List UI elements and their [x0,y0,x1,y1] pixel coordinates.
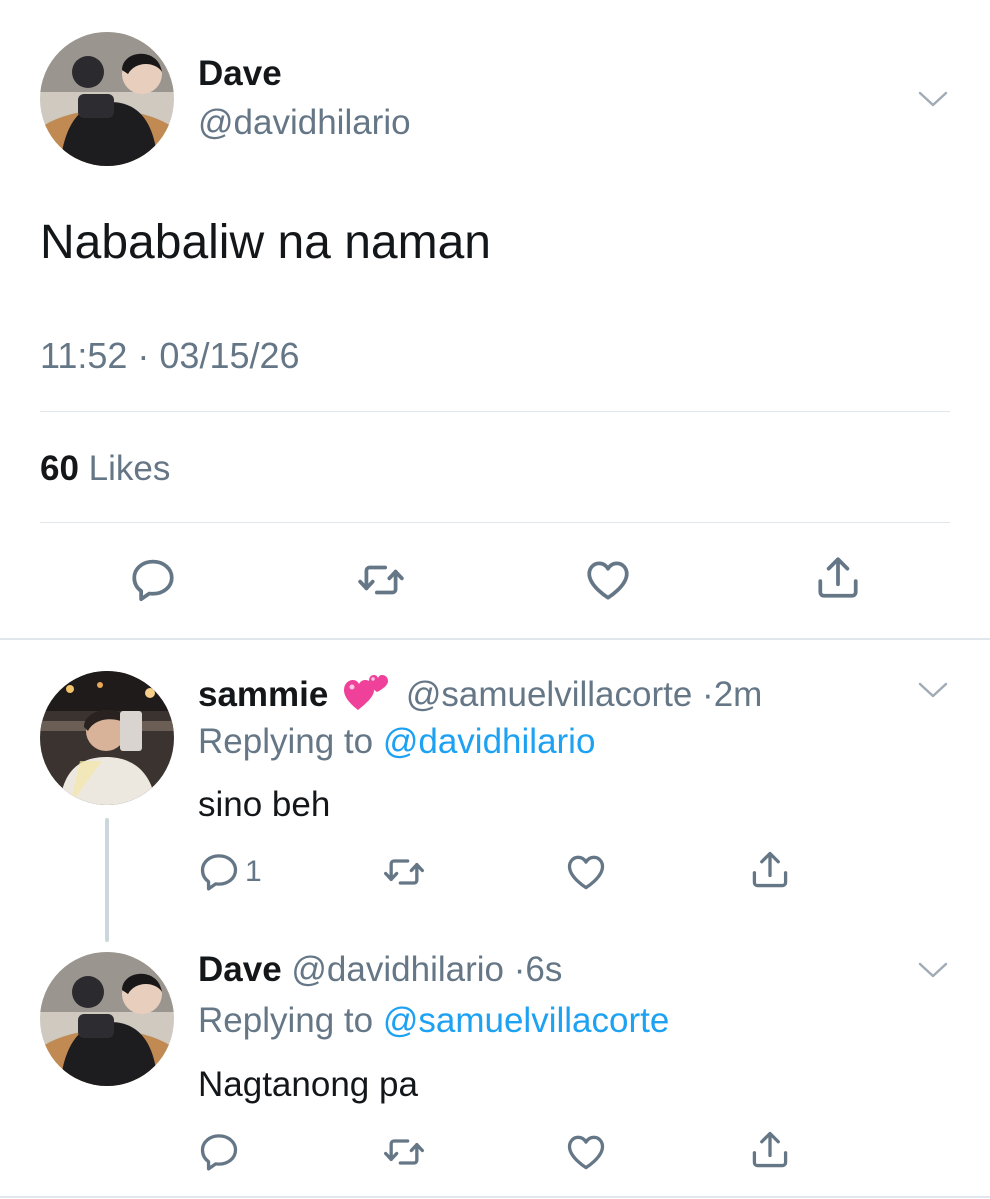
share-icon [813,553,863,603]
like-icon [564,850,608,894]
retweet-icon [380,850,428,894]
reply-header: Dave @davidhilario ·6s [198,950,562,990]
reply-button[interactable]: 1 [197,850,262,894]
likes-count: 60 [40,449,79,488]
avatar[interactable] [40,671,174,805]
reply-icon [128,555,178,605]
reply-button[interactable] [197,1130,241,1174]
share-button[interactable] [748,848,792,892]
avatar[interactable] [40,952,174,1086]
author-name[interactable]: sammie [198,675,328,714]
reply-button[interactable] [128,555,178,605]
like-button[interactable] [564,850,608,894]
reply-icon [197,850,241,894]
avatar[interactable] [40,32,174,166]
author-handle[interactable]: @samuelvillacorte [406,675,692,714]
mention-link[interactable]: @samuelvillacorte [383,1001,669,1040]
retweet-button[interactable] [380,850,428,894]
reply-header: sammie @samuelvillacorte ·2m [198,670,762,715]
two-hearts-emoji-icon [344,675,389,710]
tweet-detail-page: Dave @davidhilario Nababaliw na naman 11… [0,0,990,1199]
author-name[interactable]: Dave [198,54,282,94]
separator: · [702,675,714,714]
reply-icon [197,1130,241,1174]
likes-label: Likes [88,449,171,488]
share-icon [748,848,792,892]
chevron-down-icon[interactable] [918,961,948,979]
author-name[interactable]: Dave [198,950,282,989]
retweet-icon [354,555,408,605]
chevron-down-icon[interactable] [918,681,948,699]
replying-prefix: Replying to [198,1001,374,1040]
share-button[interactable] [748,1128,792,1172]
reply-time: 6s [525,950,563,989]
divider [40,522,950,523]
mention-link[interactable]: @davidhilario [383,722,596,761]
tweet-timestamp: 11:52 · 03/15/26 [40,335,300,376]
reply-text: sino beh [198,785,331,824]
chevron-down-icon[interactable] [918,90,948,108]
thread-line [105,818,109,942]
tweet-text: Nababaliw na naman [40,216,491,269]
replying-prefix: Replying to [198,722,374,761]
author-handle[interactable]: @davidhilario [291,950,504,989]
replying-to: Replying to @samuelvillacorte [198,1001,669,1041]
divider [0,638,990,640]
replying-to: Replying to @davidhilario [198,722,595,762]
retweet-button[interactable] [354,555,408,605]
share-icon [748,1128,792,1172]
author-handle[interactable]: @davidhilario [198,103,411,143]
like-icon [564,1130,608,1174]
reply-count: 1 [245,855,262,888]
separator: · [513,950,526,989]
divider [0,1196,990,1198]
likes-stat[interactable]: 60 Likes [40,449,170,489]
share-button[interactable] [813,553,863,603]
retweet-button[interactable] [380,1130,428,1174]
reply-text: Nagtanong pa [198,1065,418,1104]
divider [40,411,950,412]
reply-time: 2m [713,675,763,714]
like-icon [583,555,633,605]
like-button[interactable] [564,1130,608,1174]
like-button[interactable] [583,555,633,605]
retweet-icon [380,1130,428,1174]
